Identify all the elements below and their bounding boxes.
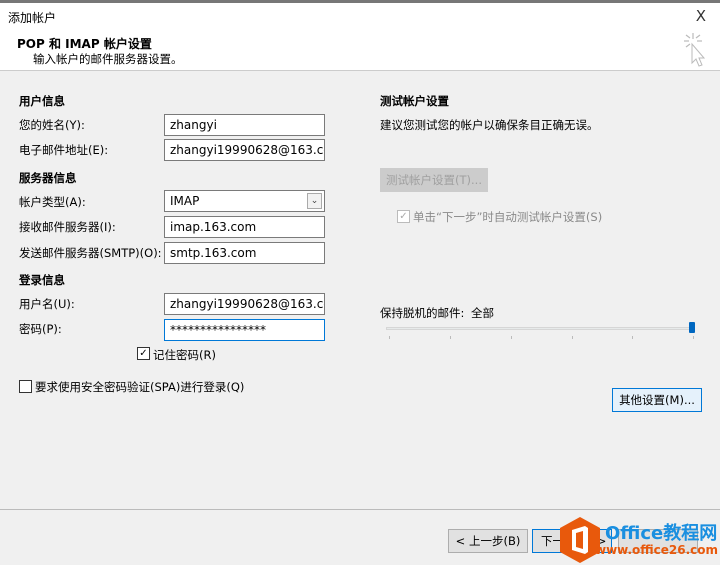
remember-password-label: 记住密码(R) — [153, 348, 216, 362]
spa-checkbox[interactable] — [19, 380, 32, 393]
test-account-button[interactable]: 测试帐户设置(T)... — [380, 168, 488, 192]
remember-password-checkbox[interactable]: ✓ — [137, 347, 150, 360]
account-type-value: IMAP — [170, 194, 200, 208]
auto-test-checkbox[interactable]: ✓ — [397, 210, 410, 223]
slider-tick — [389, 336, 390, 339]
username-label: 用户名(U): — [19, 297, 75, 311]
back-button[interactable]: < 上一步(B) — [448, 529, 528, 553]
incoming-server-label: 接收邮件服务器(I): — [19, 220, 116, 234]
username-input[interactable]: zhangyi19990628@163.com — [164, 293, 325, 315]
user-info-heading: 用户信息 — [19, 94, 65, 108]
outgoing-server-label: 发送邮件服务器(SMTP)(O): — [19, 246, 162, 260]
slider-tick — [693, 336, 694, 339]
watermark-logo: Office教程网 www.office26.com — [555, 515, 720, 565]
auto-test-label: 单击“下一步”时自动测试帐户设置(S) — [413, 210, 603, 224]
offline-mail-label: 保持脱机的邮件: — [380, 306, 465, 320]
email-input[interactable]: zhangyi19990628@163.com — [164, 139, 325, 161]
slider-tick — [632, 336, 633, 339]
close-button[interactable]: X — [696, 7, 706, 25]
watermark-brand: Office教程网 — [605, 523, 718, 544]
dialog-header: POP 和 IMAP 帐户设置 输入帐户的邮件服务器设置。 — [0, 31, 720, 71]
slider-thumb[interactable] — [689, 322, 695, 333]
test-heading: 测试帐户设置 — [380, 94, 449, 108]
title-bar: 添加帐户 X — [0, 3, 720, 31]
incoming-server-input[interactable]: imap.163.com — [164, 216, 325, 238]
watermark-url: www.office26.com — [595, 543, 719, 557]
chevron-down-icon[interactable]: ⌄ — [307, 193, 322, 209]
account-type-select[interactable]: IMAP ⌄ — [164, 190, 325, 212]
login-info-heading: 登录信息 — [19, 273, 65, 287]
office-logo-icon — [560, 517, 600, 563]
slider-tick — [511, 336, 512, 339]
offline-mail-slider[interactable] — [386, 327, 694, 330]
name-input[interactable]: zhangyi — [164, 114, 325, 136]
footer-divider — [0, 509, 720, 510]
email-label: 电子邮件地址(E): — [19, 143, 109, 157]
outgoing-server-input[interactable]: smtp.163.com — [164, 242, 325, 264]
page-title: POP 和 IMAP 帐户设置 — [17, 37, 152, 51]
spa-label: 要求使用安全密码验证(SPA)进行登录(Q) — [35, 380, 245, 394]
page-subtitle: 输入帐户的邮件服务器设置。 — [33, 52, 183, 66]
test-description: 建议您测试您的帐户以确保条目正确无误。 — [380, 118, 599, 132]
password-input[interactable]: **************** — [164, 319, 325, 341]
password-label: 密码(P): — [19, 322, 62, 336]
offline-mail-value: 全部 — [471, 306, 494, 320]
more-settings-button[interactable]: 其他设置(M)... — [612, 388, 702, 412]
cursor-sparkle-icon — [684, 33, 706, 67]
window-title: 添加帐户 — [8, 11, 57, 25]
account-type-label: 帐户类型(A): — [19, 195, 86, 209]
slider-tick — [572, 336, 573, 339]
server-info-heading: 服务器信息 — [19, 171, 77, 185]
name-label: 您的姓名(Y): — [19, 118, 85, 132]
slider-tick — [450, 336, 451, 339]
